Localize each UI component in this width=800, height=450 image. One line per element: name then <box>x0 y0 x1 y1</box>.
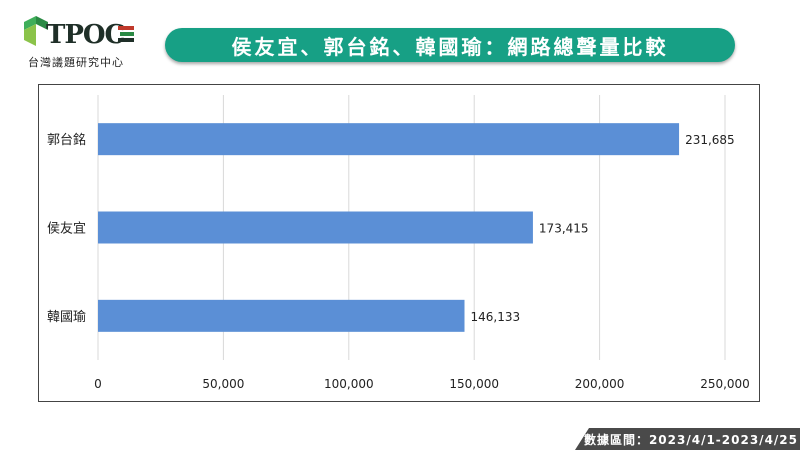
bar <box>98 123 680 156</box>
bar <box>98 211 533 244</box>
category-label: 韓國瑜 <box>47 310 86 325</box>
logo-name: TPOC <box>46 20 125 50</box>
date-range-bar: 數據區間：2023/4/1-2023/4/25 <box>575 428 800 450</box>
data-label: 231,685 <box>685 133 735 147</box>
data-label: 173,415 <box>539 222 589 236</box>
bar <box>98 299 465 332</box>
x-tick-label: 50,000 <box>202 377 244 391</box>
bar-chart: 0 50,000 100,000 150,000 200,000 250,000 郭台銘 23… <box>47 95 750 391</box>
x-tick-label: 100,000 <box>324 377 374 391</box>
x-tick-label: 200,000 <box>575 377 625 391</box>
logo-accent-icon <box>118 26 134 42</box>
x-tick-label: 150,000 <box>449 377 499 391</box>
title-banner: 侯友宜、郭台銘、韓國瑜：網路總聲量比較 <box>165 28 735 62</box>
logo-subtitle: 台灣議題研究中心 <box>28 56 124 69</box>
category-label: 侯友宜 <box>47 221 86 237</box>
tpoc-logo: TPOC 台灣議題研究中心 <box>16 10 146 72</box>
x-tick-label: 250,000 <box>700 377 750 391</box>
data-label: 146,133 <box>471 310 521 324</box>
category-label: 郭台銘 <box>47 132 86 148</box>
chart-title: 侯友宜、郭台銘、韓國瑜：網路總聲量比較 <box>231 34 669 59</box>
date-range-label: 數據區間：2023/4/1-2023/4/25 <box>583 432 798 447</box>
chart-frame: 0 50,000 100,000 150,000 200,000 250,000 郭台銘 23… <box>38 84 760 402</box>
x-tick-label: 0 <box>94 377 102 391</box>
